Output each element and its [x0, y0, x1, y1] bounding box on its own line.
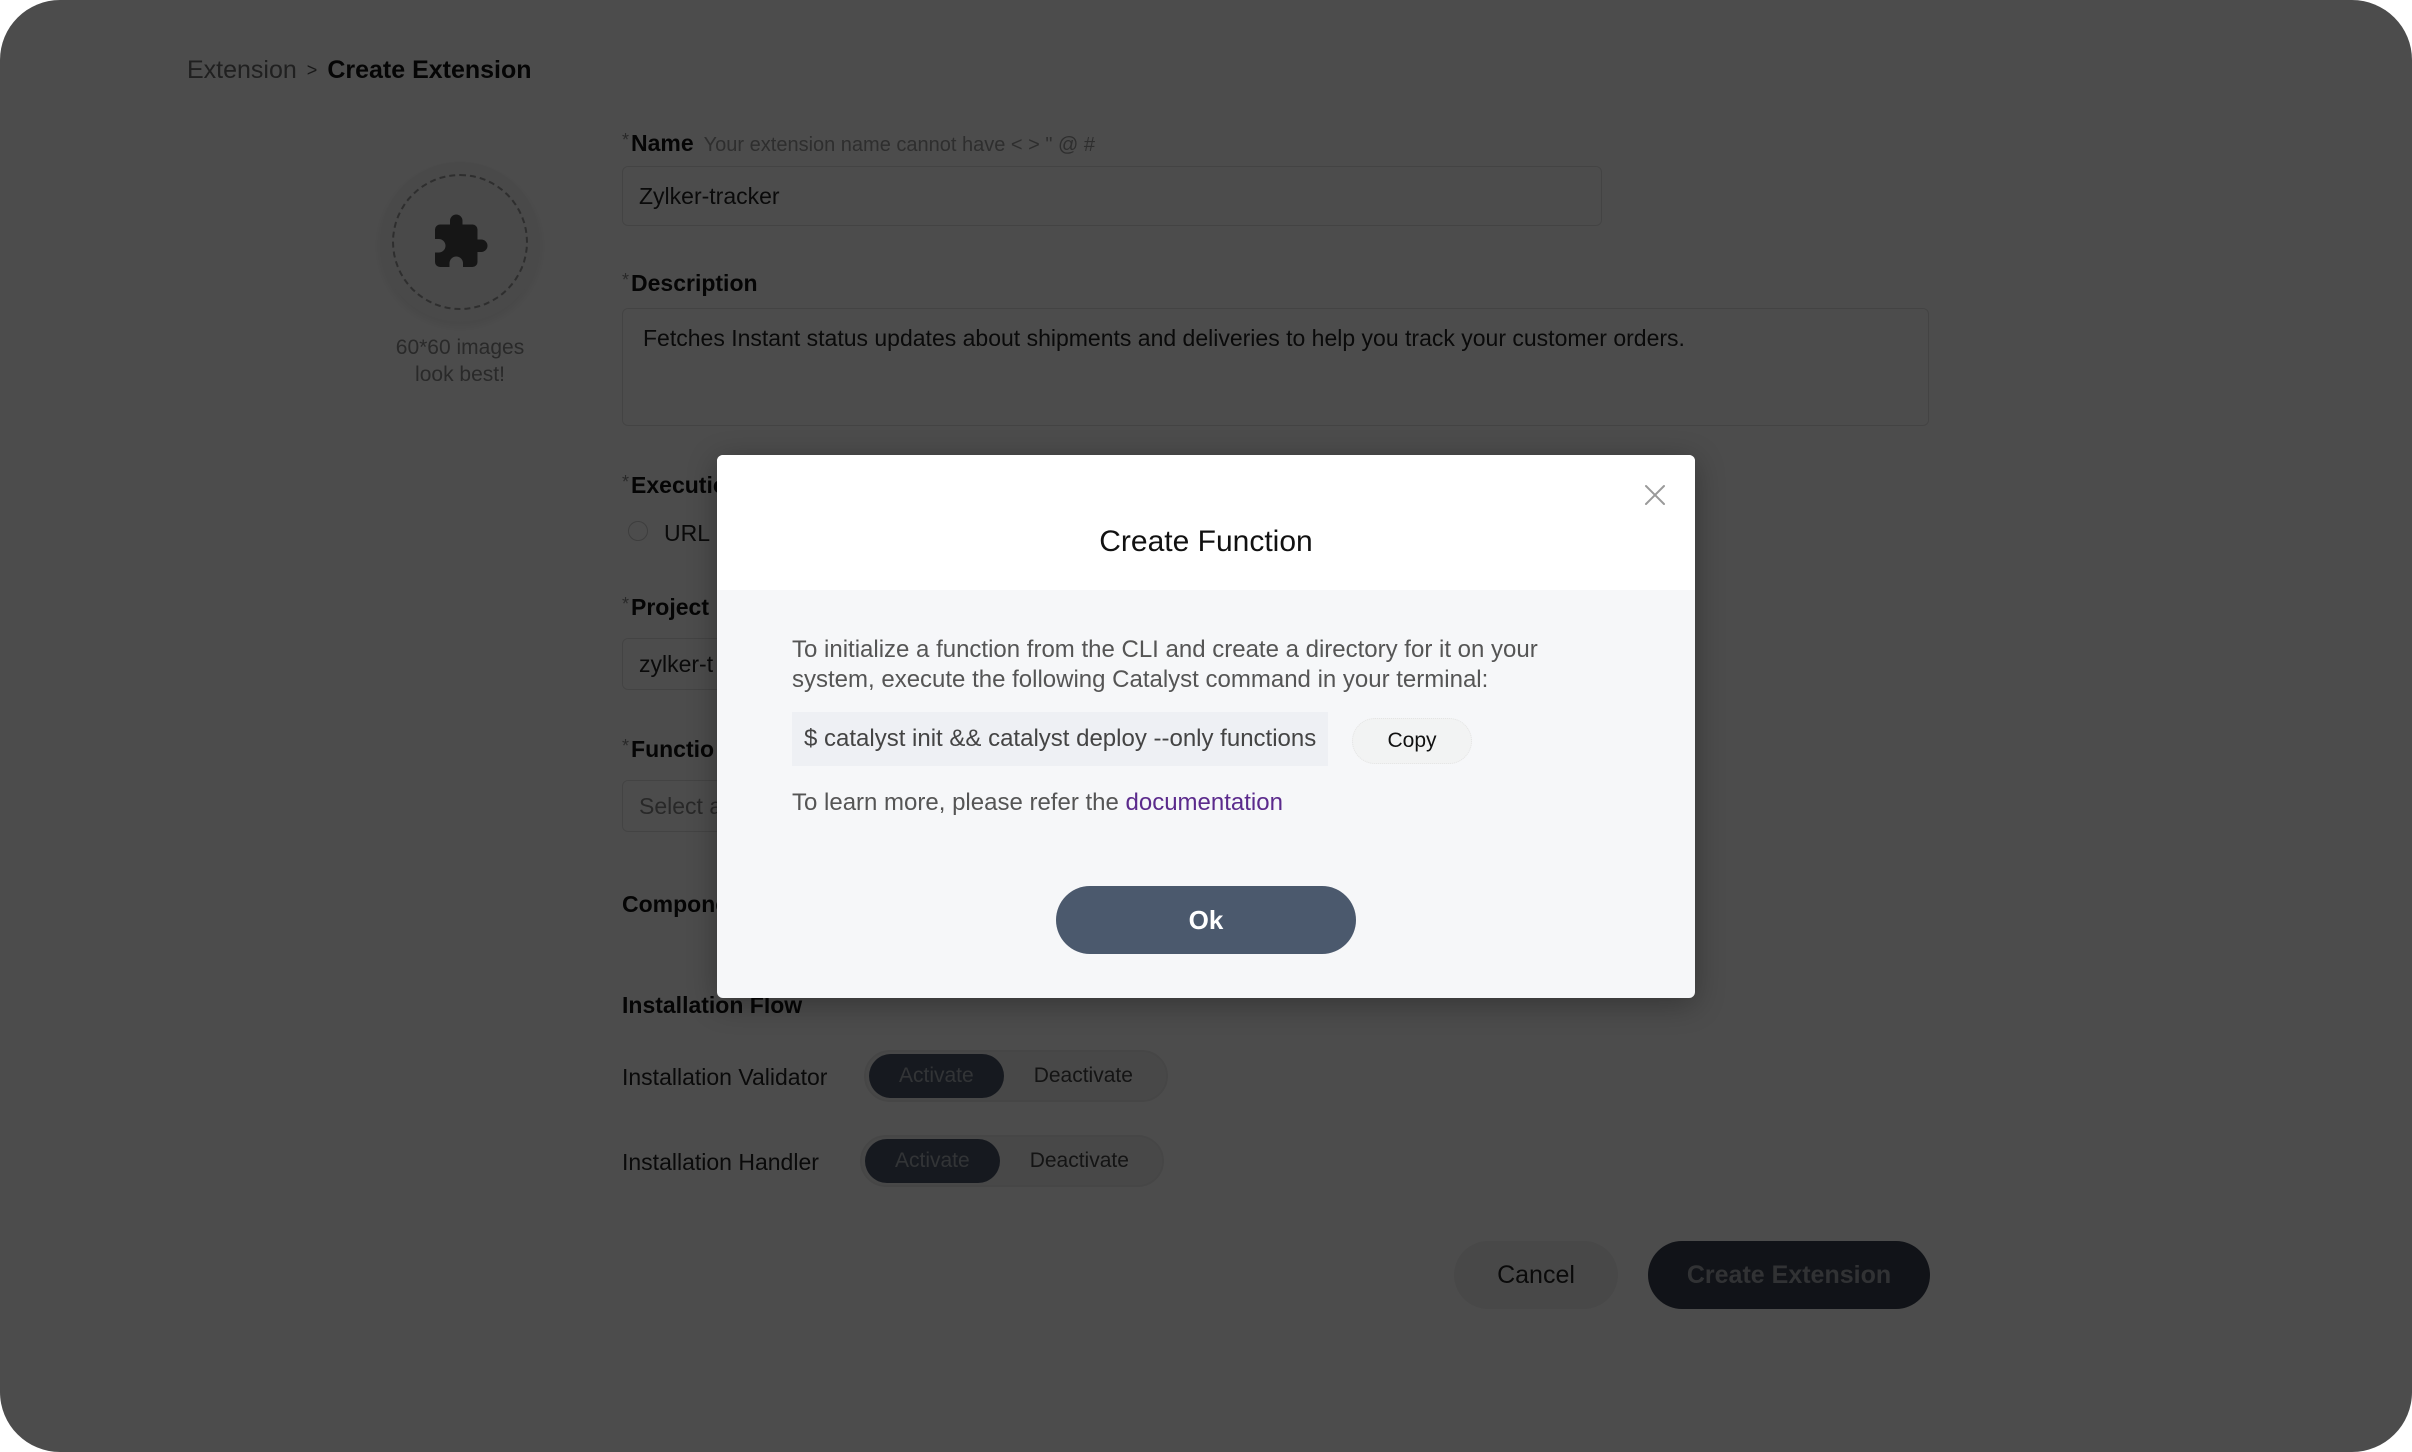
- ok-button[interactable]: Ok: [1056, 886, 1356, 954]
- learn-more-text: To learn more, please refer the document…: [792, 789, 1283, 817]
- copy-button[interactable]: Copy: [1352, 718, 1472, 764]
- documentation-link[interactable]: documentation: [1126, 789, 1283, 816]
- close-button[interactable]: [1637, 477, 1673, 513]
- dialog-header: Create Function: [717, 455, 1695, 590]
- create-function-dialog: Create Function To initialize a function…: [717, 455, 1695, 998]
- dialog-title: Create Function: [1099, 525, 1313, 558]
- learn-more-prefix: To learn more, please refer the: [792, 789, 1126, 816]
- cli-command[interactable]: $ catalyst init && catalyst deploy --onl…: [792, 712, 1329, 766]
- app-window: Extension > Create Extension 60*60 image…: [0, 0, 2412, 1452]
- cli-command-text: $ catalyst init && catalyst deploy --onl…: [804, 725, 1317, 752]
- close-icon: [1645, 485, 1665, 505]
- dialog-description: To initialize a function from the CLI an…: [792, 636, 1538, 693]
